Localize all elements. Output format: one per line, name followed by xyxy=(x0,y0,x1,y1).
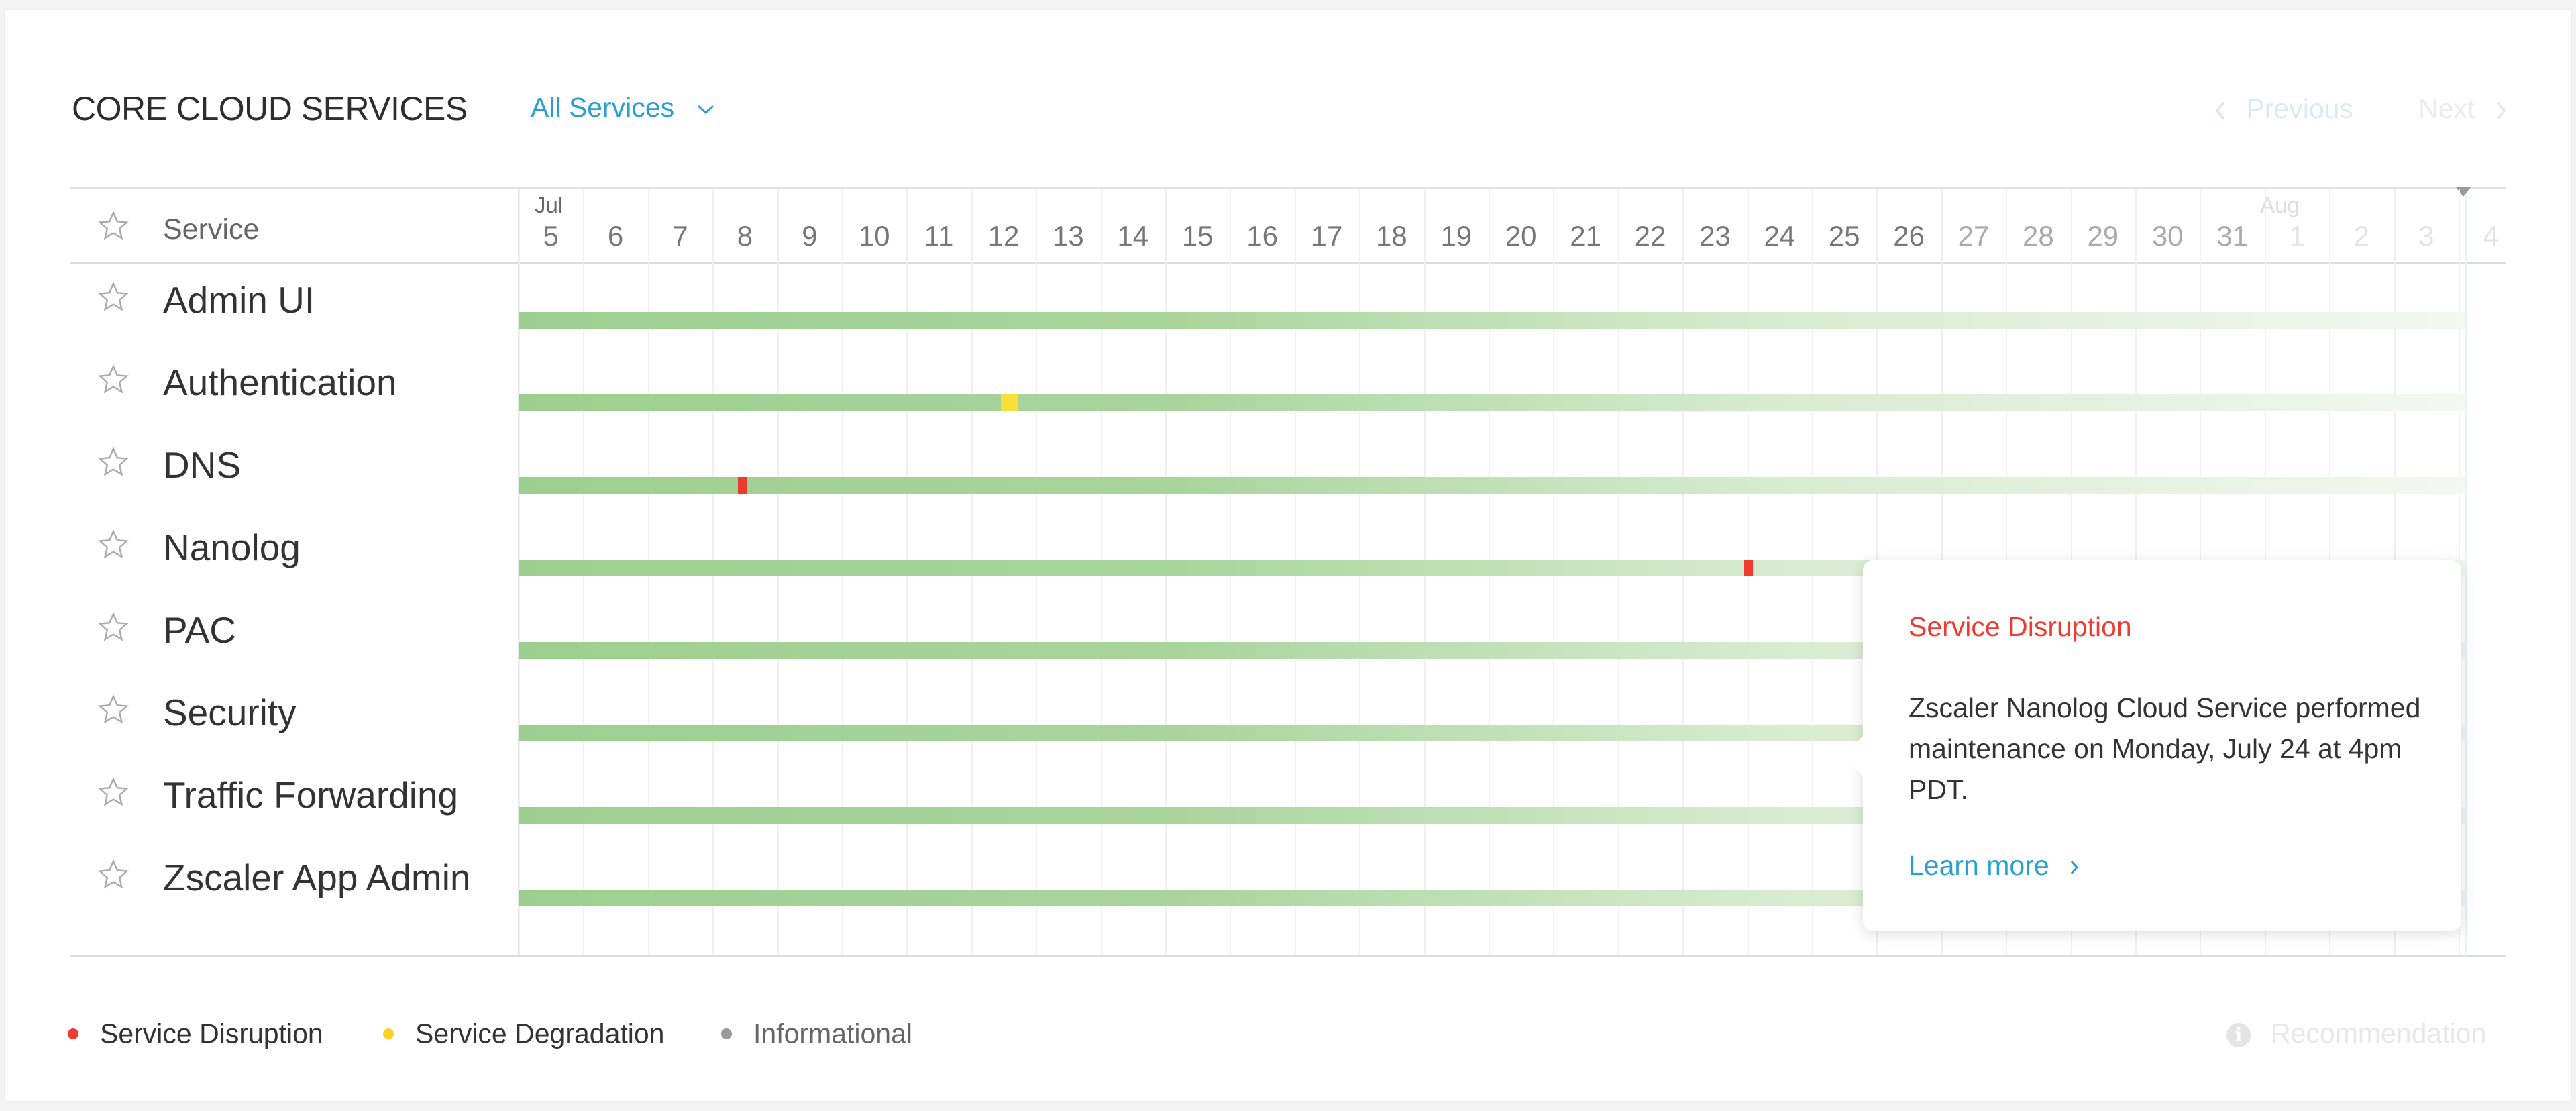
star-all-icon[interactable] xyxy=(97,210,129,242)
month-label: Jul xyxy=(535,193,564,217)
degradation-dot-icon xyxy=(383,1028,394,1040)
chevron-left-icon xyxy=(2216,102,2225,120)
service-status-bar[interactable] xyxy=(519,312,2465,329)
disruption-marker[interactable] xyxy=(738,477,747,494)
service-name[interactable]: Traffic Forwarding xyxy=(163,774,458,816)
service-name[interactable]: Nanolog xyxy=(163,526,301,569)
favorite-star-icon[interactable] xyxy=(97,281,129,313)
legend-item-disruption: Service Disruption xyxy=(68,1016,323,1050)
disruption-marker[interactable] xyxy=(1743,560,1753,576)
service-name[interactable]: Security xyxy=(163,691,297,734)
day-label: 24 xyxy=(1764,220,1796,252)
day-label: 10 xyxy=(858,220,890,252)
day-label: 17 xyxy=(1311,220,1343,252)
day-label: 5 xyxy=(543,220,559,252)
chevron-right-icon xyxy=(2070,861,2079,875)
informational-dot-icon xyxy=(721,1028,732,1040)
day-label: 4 xyxy=(2483,220,2499,252)
service-name[interactable]: Admin UI xyxy=(163,278,315,321)
day-label: 2 xyxy=(2353,220,2370,252)
day-label: 18 xyxy=(1376,220,1407,252)
month-label: Aug xyxy=(2260,193,2300,217)
next-button[interactable]: Next xyxy=(2418,93,2508,125)
day-label: 31 xyxy=(2216,220,2248,252)
day-label: 9 xyxy=(802,220,818,252)
tooltip-title: Service Disruption xyxy=(1909,611,2132,642)
legend-label: Service Degradation xyxy=(415,1018,665,1049)
day-label: 19 xyxy=(1440,220,1472,252)
service-name[interactable]: DNS xyxy=(163,443,241,486)
service-name[interactable]: Authentication xyxy=(163,361,397,404)
day-label: 12 xyxy=(987,220,1020,252)
favorite-star-icon[interactable] xyxy=(97,446,129,478)
learn-more-link[interactable]: Learn more xyxy=(1909,850,2080,882)
service-status-bar[interactable] xyxy=(519,477,2465,494)
degradation-marker[interactable] xyxy=(1000,394,1018,411)
service-column-header: Service xyxy=(163,213,260,246)
day-label: 22 xyxy=(1634,220,1666,252)
day-label: 8 xyxy=(737,220,753,252)
day-label: 14 xyxy=(1117,220,1149,252)
recommendation-button[interactable]: i Recommendation xyxy=(2226,1018,2486,1049)
day-label: 13 xyxy=(1053,220,1084,252)
legend-label: Service Disruption xyxy=(100,1018,323,1049)
page-title: CORE CLOUD SERVICES xyxy=(72,90,468,127)
service-name[interactable]: Zscaler App Admin xyxy=(163,856,471,899)
info-icon: i xyxy=(2226,1023,2251,1048)
favorite-star-icon[interactable] xyxy=(97,694,129,726)
favorite-star-icon[interactable] xyxy=(97,611,129,643)
chevron-right-icon xyxy=(2496,102,2506,120)
day-label: 28 xyxy=(2023,220,2054,252)
day-label: 21 xyxy=(1570,220,1601,252)
favorite-star-icon[interactable] xyxy=(97,859,129,891)
favorite-star-icon[interactable] xyxy=(97,776,129,808)
header-bottom-rule xyxy=(70,262,2506,264)
favorite-star-icon[interactable] xyxy=(97,364,129,396)
learn-more-label: Learn more xyxy=(1909,850,2049,881)
previous-button[interactable]: Previous xyxy=(2213,93,2353,125)
next-label: Next xyxy=(2418,93,2475,124)
services-filter-dropdown[interactable]: All Services xyxy=(531,92,716,123)
chevron-down-icon xyxy=(697,105,714,115)
tooltip-body: Zscaler Nanolog Cloud Service performed … xyxy=(1909,692,2421,805)
day-label: 25 xyxy=(1828,220,1860,252)
header-top-rule xyxy=(70,187,2506,189)
day-label: 11 xyxy=(924,220,954,252)
day-label: 26 xyxy=(1893,220,1925,252)
recommendation-label: Recommendation xyxy=(2271,1018,2487,1049)
day-label: 23 xyxy=(1699,220,1731,252)
day-label: 15 xyxy=(1181,220,1214,252)
service-timeline-grid: Service Jul Aug 5 6 7 8 9 10 11 12 13 14 15 16 17 18 1… xyxy=(70,187,2506,957)
day-label: 6 xyxy=(607,220,624,252)
day-label: 1 xyxy=(2289,220,2305,252)
legend-item-degradation: Service Degradation xyxy=(383,1016,664,1050)
table-bottom-rule xyxy=(70,955,2506,957)
day-label: 30 xyxy=(2151,220,2184,252)
legend-item-informational: Informational xyxy=(721,1016,912,1050)
service-name[interactable]: PAC xyxy=(163,609,236,651)
incident-tooltip: Service Disruption Zscaler Nanolog Cloud… xyxy=(1843,560,2461,931)
day-label: 29 xyxy=(2087,220,2119,252)
disruption-dot-icon xyxy=(68,1028,78,1040)
day-label: 20 xyxy=(1505,220,1537,252)
services-filter-label: All Services xyxy=(531,92,675,123)
legend-label: Informational xyxy=(753,1018,913,1049)
day-label: 3 xyxy=(2418,220,2434,252)
day-label: 16 xyxy=(1246,220,1278,252)
core-cloud-services-card: CORE CLOUD SERVICES All Services Previou… xyxy=(4,9,2572,1102)
previous-label: Previous xyxy=(2246,93,2353,124)
favorite-star-icon[interactable] xyxy=(97,529,129,561)
service-status-bar[interactable] xyxy=(519,394,2465,411)
day-label: 7 xyxy=(672,220,688,252)
today-marker-line xyxy=(2465,187,2467,956)
day-label: 27 xyxy=(1957,220,1990,252)
